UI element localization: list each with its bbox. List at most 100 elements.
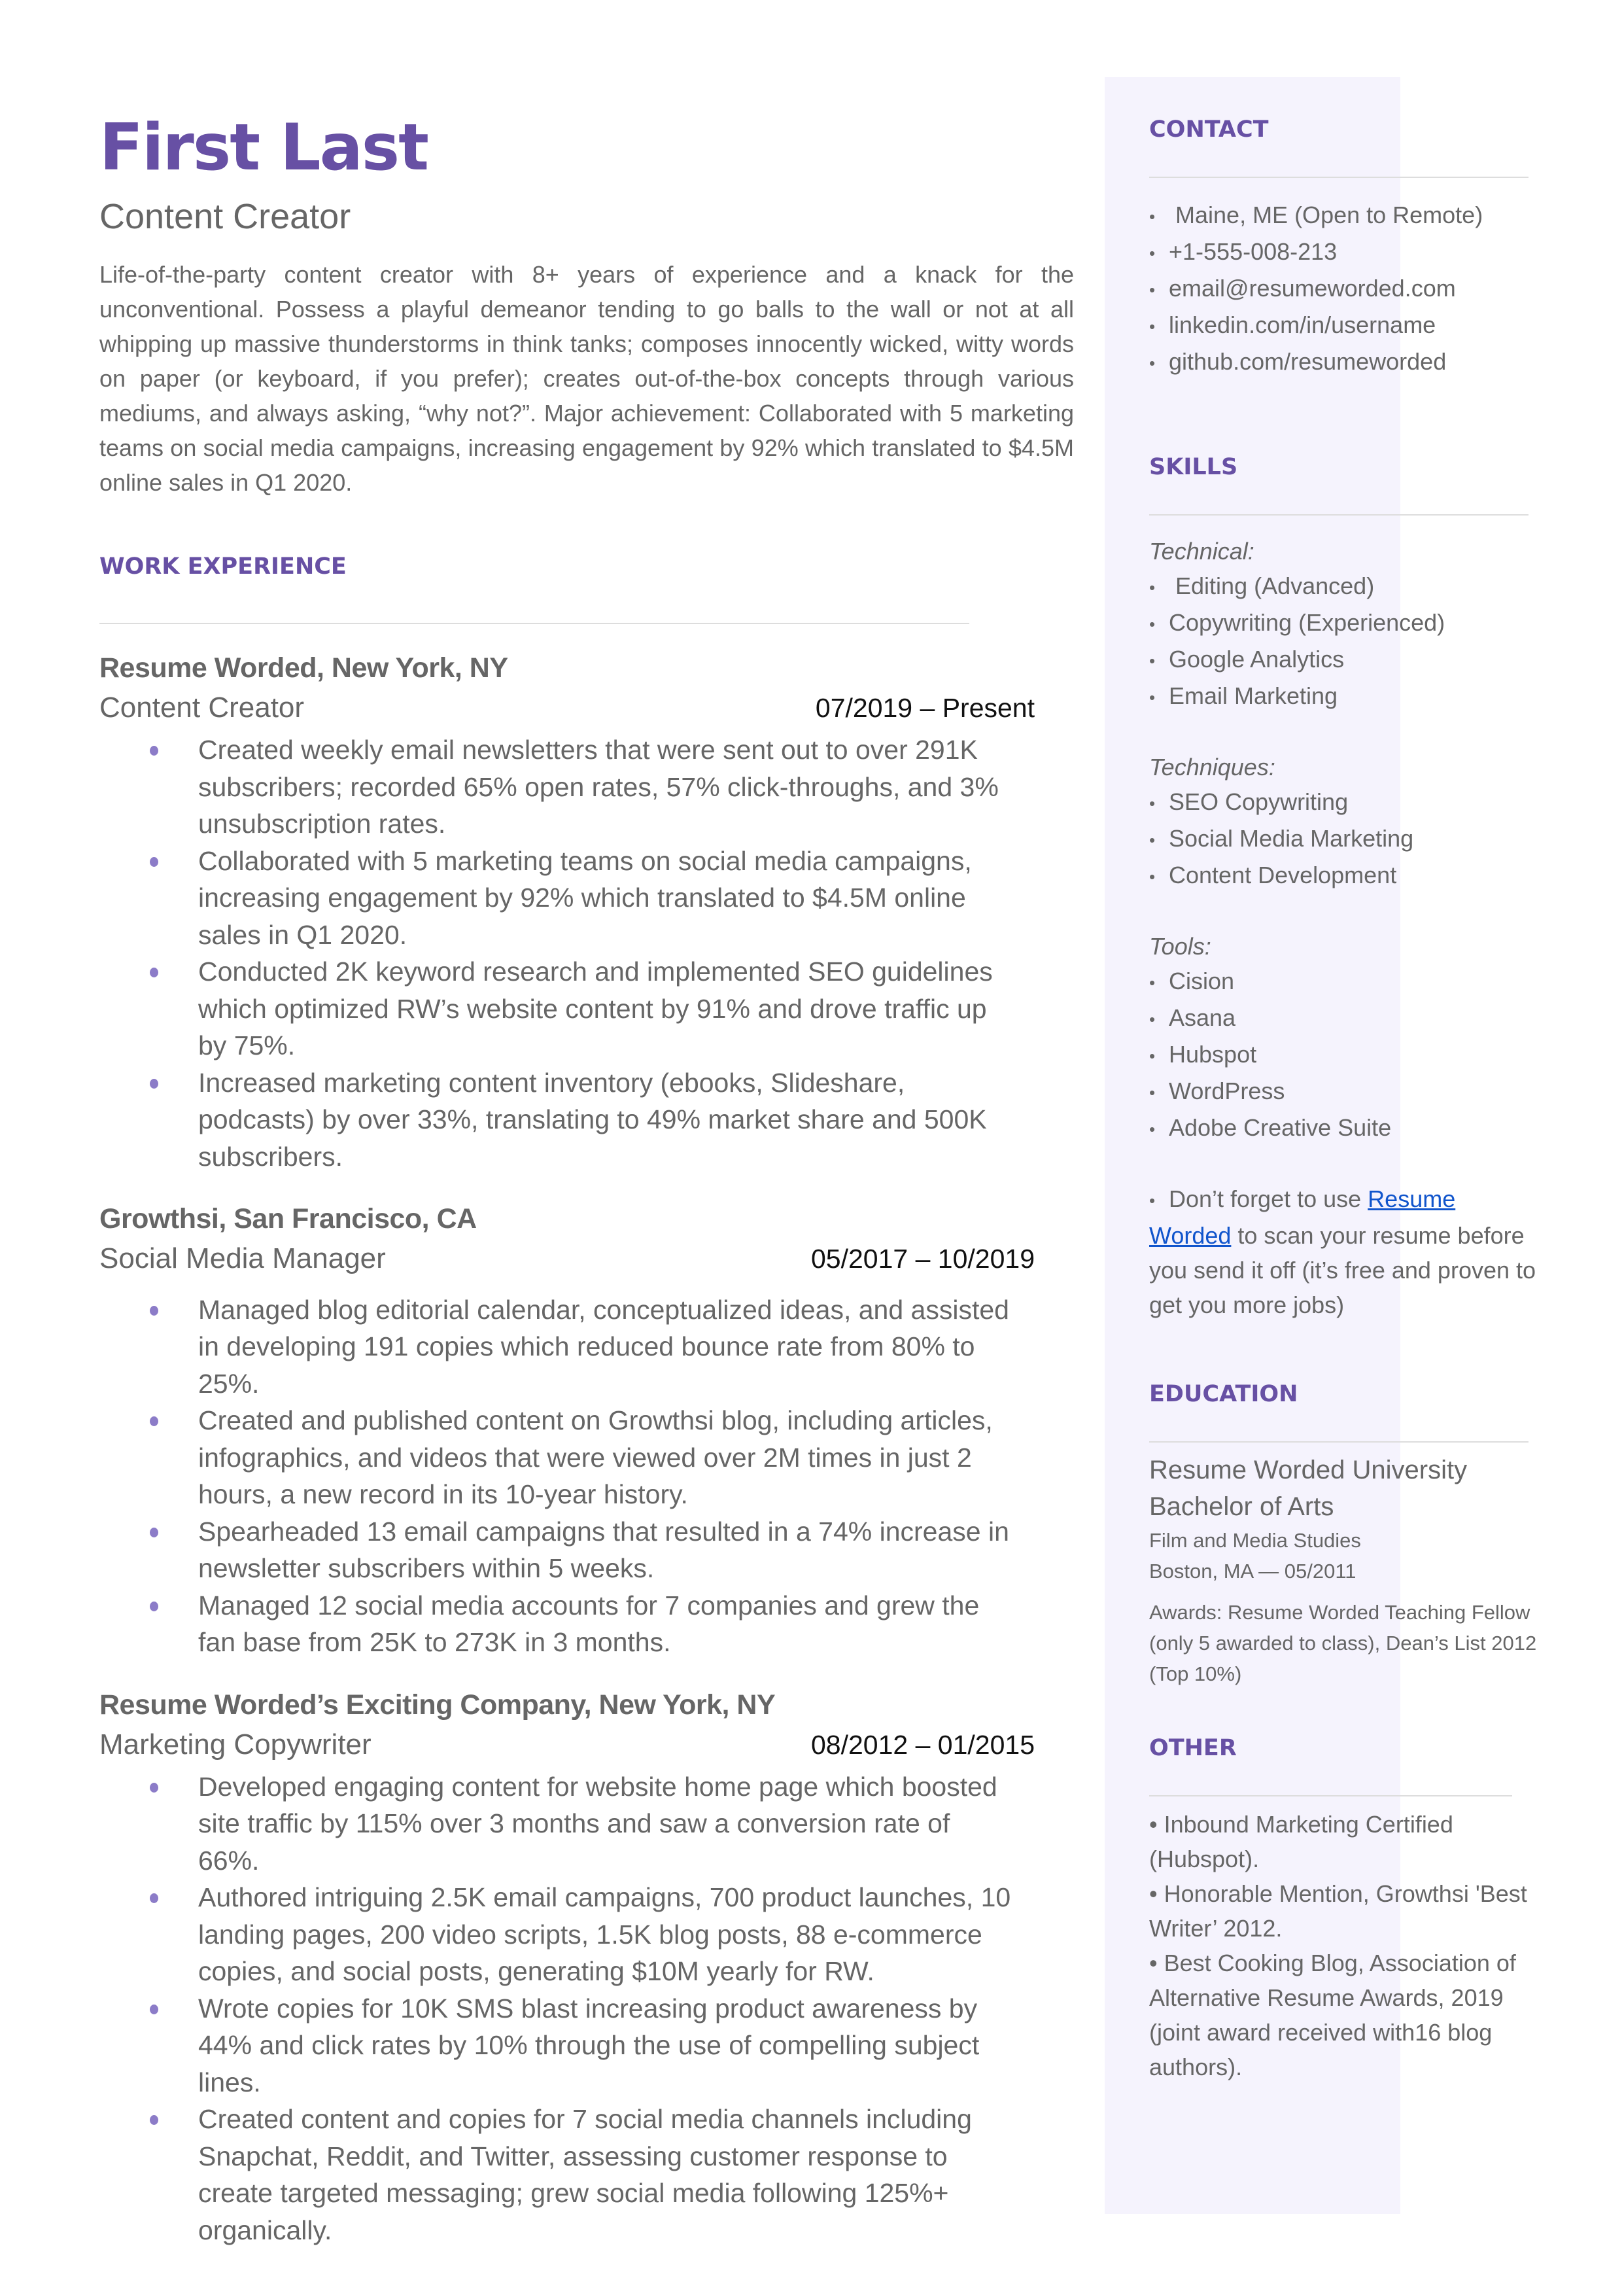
summary-paragraph: Life-of-the-party content creator with 8…: [99, 261, 1074, 497]
bullet-icon: •: [1149, 830, 1156, 850]
bullet-dot-icon: [150, 2004, 158, 2014]
bullet-dot-icon: [150, 1416, 158, 1427]
job-bullets: Managed blog editorial calendar, concept…: [99, 1291, 1074, 1661]
job-company: Resume Worded, New York, NY: [99, 652, 508, 684]
skills-tools-list: • Cision • Asana • Hubspot • WordPress • Adob…: [1149, 964, 1542, 1147]
resume-worded-tip: • Don’t forget to use Resume Worded to sc…: [1149, 1182, 1542, 1322]
job-dates: 07/2019 – Present: [815, 693, 1035, 724]
other-section: OTHER • Inbound Marketing Certified (Hub…: [1149, 1735, 1542, 2084]
skill-item: • Editing (Advanced): [1149, 569, 1542, 605]
job-dates: 08/2012 – 01/2015: [811, 1729, 1035, 1760]
bullet-icon: •: [1149, 279, 1156, 300]
bullet-icon: •: [1149, 1190, 1156, 1210]
skill-item: • Social Media Marketing: [1149, 821, 1542, 858]
other-item: • Inbound Marketing Certified (Hubspot).: [1149, 1811, 1453, 1872]
skill-item: • Content Development: [1149, 858, 1542, 894]
contact-linkedin[interactable]: • linkedin.com/in/username: [1149, 307, 1542, 344]
job-entry: Growthsi, San Francisco, CA Social Media…: [99, 1201, 1074, 1661]
skill-item: • Google Analytics: [1149, 642, 1542, 678]
skill-item: • Hubspot: [1149, 1037, 1542, 1074]
contact-github[interactable]: • github.com/resumeworded: [1149, 344, 1542, 381]
job-bullet: Managed blog editorial calendar, concept…: [99, 1291, 1015, 1403]
job-bullet: Spearheaded 13 email campaigns that resu…: [99, 1513, 1015, 1587]
bullet-icon: •: [1149, 206, 1156, 226]
job-dates: 05/2017 – 10/2019: [811, 1244, 1035, 1274]
job-bullets: Created weekly email newsletters that we…: [99, 731, 1074, 1175]
bullet-text: Conducted 2K keyword research and implem…: [198, 956, 993, 1061]
bullet-dot-icon: [150, 968, 158, 978]
contact-phone[interactable]: • +1-555-008-213: [1149, 234, 1542, 271]
skill-item: • Asana: [1149, 1000, 1542, 1037]
bullet-text: Wrote copies for 10K SMS blast increasin…: [198, 1993, 980, 2097]
bullet-dot-icon: [150, 1078, 158, 1089]
section-divider: [1149, 177, 1529, 178]
job-bullet: Authored intriguing 2.5K email campaigns…: [99, 1879, 1015, 1990]
work-experience-heading: WORK EXPERIENCE: [99, 553, 347, 580]
job-company: Growthsi, San Francisco, CA: [99, 1203, 477, 1235]
job-bullet: Wrote copies for 10K SMS blast increasin…: [99, 1990, 1015, 2101]
skill-item: • Email Marketing: [1149, 678, 1542, 715]
bullet-icon: •: [1149, 972, 1156, 992]
bullet-icon: •: [1149, 687, 1156, 707]
job-bullet: Conducted 2K keyword research and implem…: [99, 953, 1015, 1064]
bullet-dot-icon: [150, 2115, 158, 2126]
bullet-text: Managed blog editorial calendar, concept…: [198, 1294, 1009, 1399]
skills-heading: SKILLS: [1149, 454, 1238, 480]
job-bullet: Managed 12 social media accounts for 7 c…: [99, 1587, 1015, 1661]
skill-item: • WordPress: [1149, 1074, 1542, 1110]
bullet-text: Increased marketing content inventory (e…: [198, 1067, 987, 1172]
section-divider: [1149, 514, 1529, 516]
bullet-dot-icon: [150, 1782, 158, 1793]
education-section: EDUCATION Resume Worded University Bache…: [1149, 1381, 1542, 1689]
contact-email[interactable]: • email@resumeworded.com: [1149, 271, 1542, 307]
skills-technical-list: • Editing (Advanced) • Copywriting (Exper…: [1149, 569, 1542, 715]
bullet-dot-icon: [150, 1527, 158, 1537]
education-field: Film and Media Studies: [1149, 1529, 1361, 1552]
bullet-text: Spearheaded 13 email campaigns that resu…: [198, 1516, 1009, 1584]
bullet-icon: •: [1149, 1119, 1156, 1139]
bullet-text: Created content and copies for 7 social …: [198, 2104, 972, 2245]
section-divider: [1149, 1795, 1512, 1796]
job-bullet: Developed engaging content for website h…: [99, 1768, 1015, 1880]
skills-technical-label: Technical:: [1149, 538, 1254, 565]
job-bullet: Created and published content on Growths…: [99, 1402, 1015, 1513]
other-heading: OTHER: [1149, 1735, 1237, 1761]
bullet-text: Created and published content on Growths…: [198, 1405, 993, 1510]
education-degree: Bachelor of Arts: [1149, 1492, 1334, 1521]
contact-heading: CONTACT: [1149, 116, 1269, 143]
other-item: • Best Cooking Blog, Association of Alte…: [1149, 1950, 1516, 2080]
bullet-icon: •: [1149, 1009, 1156, 1029]
skill-item: • Copywriting (Experienced): [1149, 605, 1542, 642]
bullet-text: Collaborated with 5 marketing teams on s…: [198, 845, 972, 950]
bullet-icon: •: [1149, 866, 1156, 886]
skills-section: SKILLS Technical: • Editing (Advanced) •…: [1149, 454, 1542, 1322]
bullet-icon: •: [1149, 243, 1156, 263]
bullet-dot-icon: [150, 856, 158, 867]
bullet-dot-icon: [150, 1601, 158, 1611]
candidate-role: Content Creator: [99, 196, 351, 236]
bullet-icon: •: [1149, 1082, 1156, 1102]
skills-techniques-label: Techniques:: [1149, 753, 1275, 780]
contact-list: • Maine, ME (Open to Remote) • +1-555-008…: [1149, 198, 1542, 381]
skill-item: • SEO Copywriting: [1149, 784, 1542, 821]
job-bullet: Created content and copies for 7 social …: [99, 2101, 1015, 2249]
education-location-date: Boston, MA — 05/2011: [1149, 1560, 1356, 1583]
education-heading: EDUCATION: [1149, 1381, 1298, 1407]
bullet-text: Authored intriguing 2.5K email campaigns…: [198, 1882, 1011, 1987]
bullet-icon: •: [1149, 316, 1156, 336]
bullet-icon: •: [1149, 577, 1156, 597]
bullet-icon: •: [1149, 650, 1156, 671]
candidate-name: First Last: [99, 111, 429, 185]
skills-techniques-list: • SEO Copywriting • Social Media Marketing…: [1149, 784, 1542, 894]
bullet-dot-icon: [150, 746, 158, 756]
bullet-icon: •: [1149, 353, 1156, 373]
sidebar: CONTACT • Maine, ME (Open to Remote) • +1…: [1105, 77, 1536, 2214]
bullet-dot-icon: [150, 1893, 158, 1904]
section-divider: [1149, 1441, 1529, 1443]
job-title: Marketing Copywriter: [99, 1728, 371, 1761]
contact-section: CONTACT • Maine, ME (Open to Remote) • +1…: [1149, 116, 1542, 381]
job-entry: Resume Worded, New York, NY Content Crea…: [99, 650, 1074, 1175]
job-bullet: Increased marketing content inventory (e…: [99, 1064, 1015, 1176]
job-title: Content Creator: [99, 692, 305, 724]
job-company: Resume Worded’s Exciting Company, New Yo…: [99, 1689, 776, 1721]
